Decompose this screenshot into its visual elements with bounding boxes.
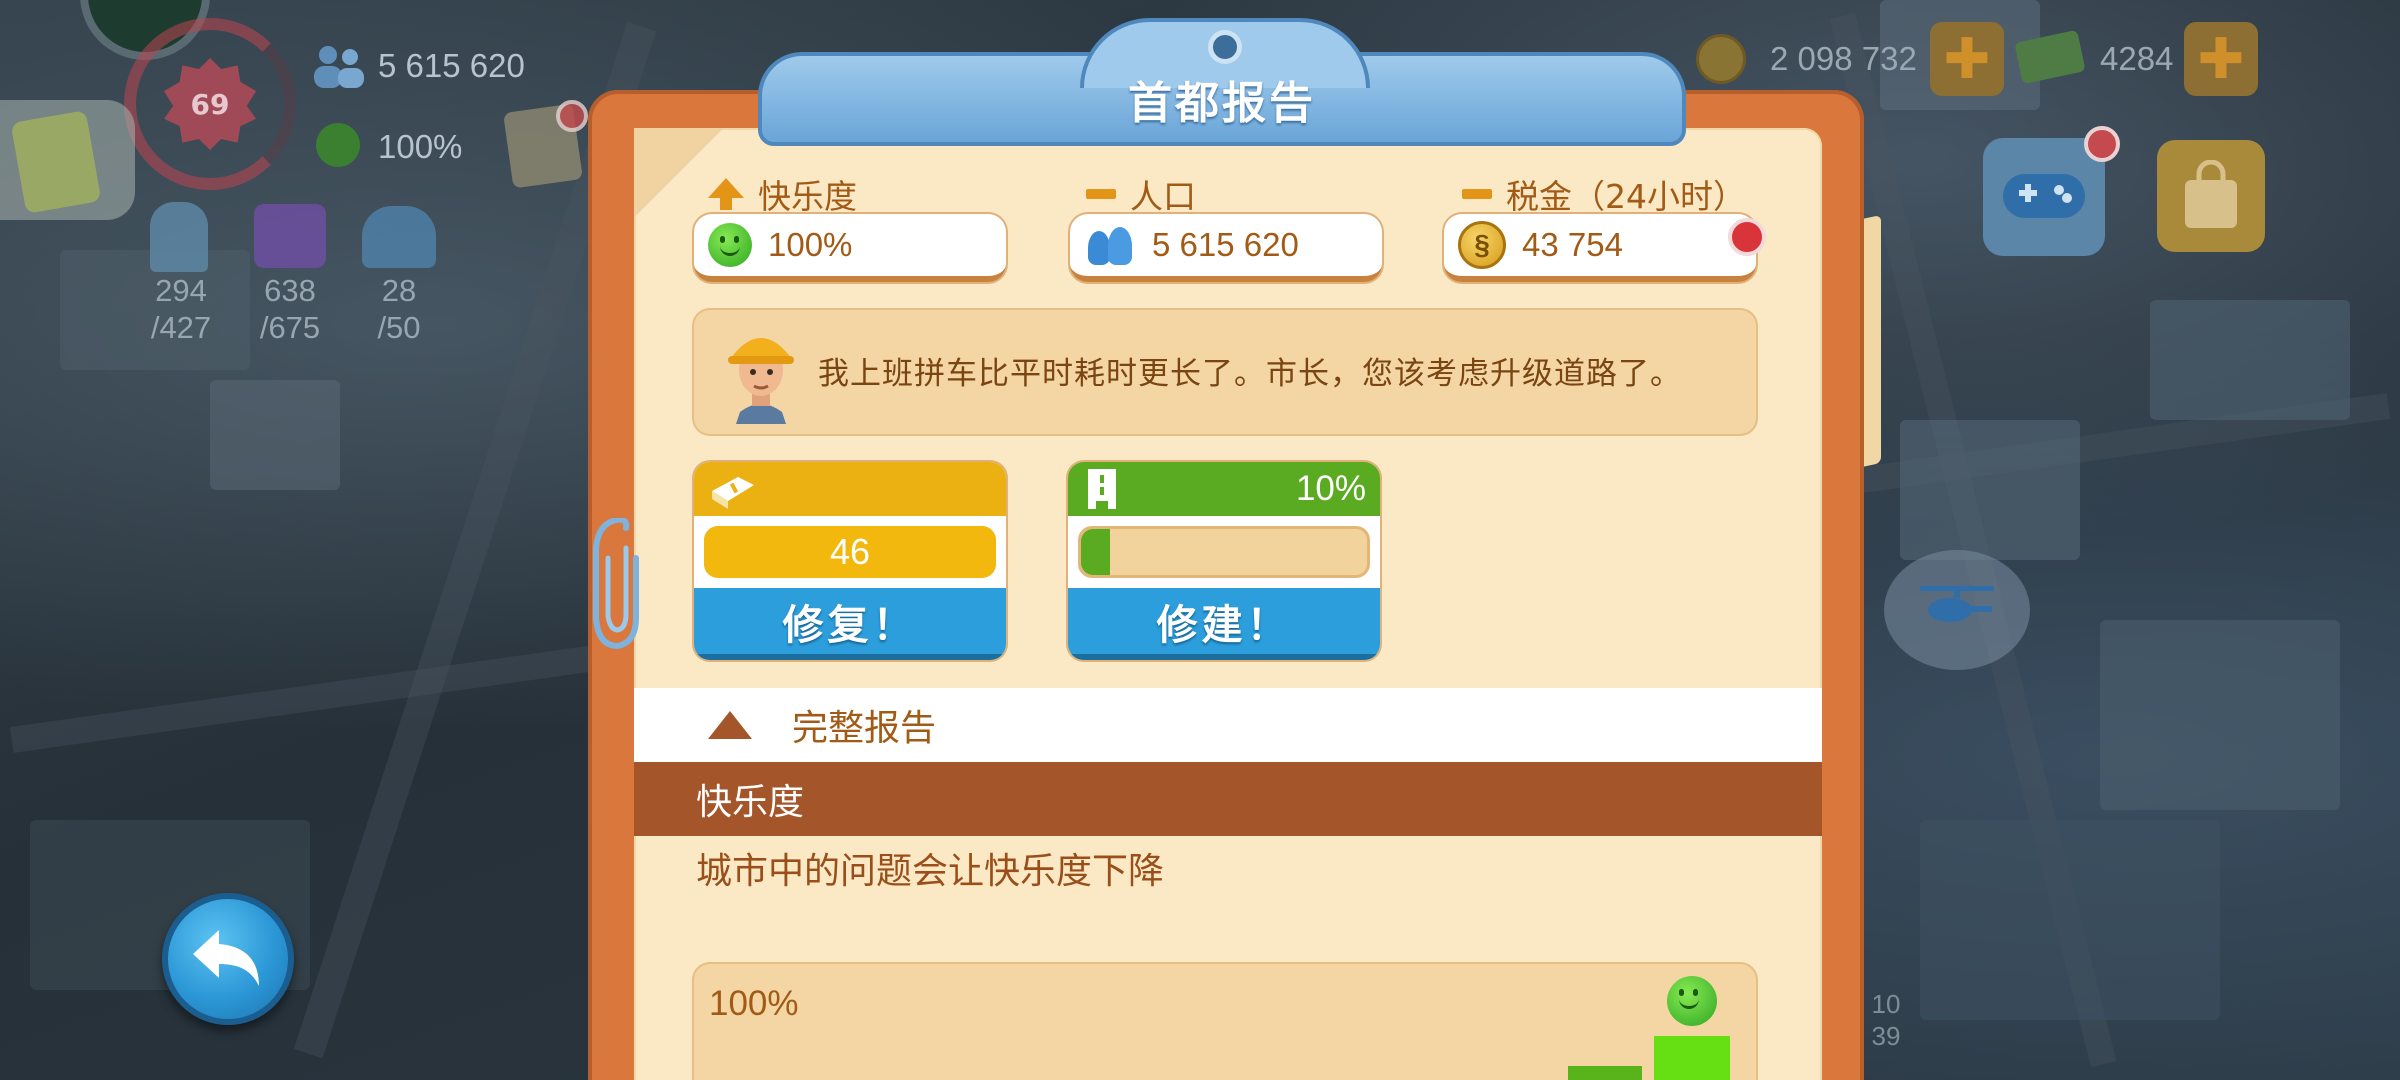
build-card: 10% 修建！	[1068, 462, 1380, 660]
happiness-stat-label: 快乐度	[708, 170, 857, 218]
fire-station-icon[interactable]	[362, 206, 436, 268]
happiness-icon	[316, 123, 360, 167]
hud-population: 5 615 620	[378, 47, 525, 84]
repair-count: 46	[829, 531, 871, 572]
chart-top-label: 100%	[709, 984, 799, 1023]
simoleon-coin-icon: §	[1458, 221, 1506, 269]
happiness-value: 100%	[768, 226, 853, 263]
partial-counter-top: 10	[1871, 989, 1901, 1019]
fire-capacity: 28 /50	[362, 272, 436, 346]
shopping-bag-icon	[2185, 160, 2237, 228]
smiley-face-icon	[708, 223, 752, 267]
repair-book-icon	[712, 477, 754, 509]
water-max: /427	[150, 310, 212, 345]
happiness-section-header: 快乐度	[634, 762, 1822, 836]
add-simcash-button[interactable]: ✚	[2184, 22, 2258, 96]
tax-stat-label: 税金（24小时）	[1462, 170, 1746, 218]
report-clipboard-button[interactable]	[0, 100, 135, 220]
helicopter-bubble[interactable]	[1884, 550, 2030, 670]
paperclip-icon	[593, 518, 639, 650]
water-capacity: 294 /427	[146, 272, 216, 346]
fire-max: /50	[377, 310, 421, 345]
hud-simoleons: 2 098 732	[1770, 40, 1917, 77]
repair-button-label: 修复！	[782, 601, 918, 649]
plus-icon: ✚	[1943, 26, 1991, 92]
back-button[interactable]	[162, 893, 294, 1025]
full-report-toggle[interactable]: 完整报告	[634, 688, 1822, 762]
panel-title: 首都报告	[1128, 78, 1316, 129]
build-percent: 10%	[1295, 469, 1366, 508]
helicopter-icon	[1920, 586, 1994, 622]
plus-icon: ✚	[2197, 26, 2245, 92]
trend-flat-icon	[1462, 189, 1492, 199]
hud-happiness: 100%	[378, 128, 463, 165]
pin-icon	[1208, 30, 1242, 64]
games-notification-dot	[2084, 126, 2120, 162]
citizen-message: 我上班拼车比平时耗时更长了。市长，您该考虑升级道路了。	[818, 356, 1682, 392]
sewage-current: 638	[264, 273, 316, 308]
partial-counter: 10 39	[1866, 988, 1906, 1052]
fire-current: 28	[381, 273, 417, 308]
population-stat-label: 人口	[1086, 170, 1196, 218]
chart-smiley-icon	[1667, 976, 1717, 1026]
shop-bag-button[interactable]	[2157, 140, 2265, 252]
games-button[interactable]	[1983, 138, 2105, 256]
repair-button[interactable]: 修复！	[694, 588, 1006, 660]
people-icon	[1084, 223, 1136, 267]
build-button-label: 修建！	[1156, 601, 1292, 649]
add-simoleons-button[interactable]: ✚	[1930, 22, 2004, 96]
population-stat-box: 5 615 620	[1070, 214, 1382, 282]
repair-card-header	[694, 462, 1006, 516]
repair-card: 46 修复！	[694, 462, 1006, 660]
tax-stat-box[interactable]: § 43 754	[1444, 214, 1756, 282]
population-icon	[314, 46, 364, 88]
notification-dot	[556, 100, 588, 132]
full-report-label: 完整报告	[792, 708, 937, 749]
happiness-history-chart	[692, 962, 1758, 1080]
road-build-icon	[1088, 469, 1116, 509]
sewage-icon[interactable]	[254, 204, 326, 268]
sewage-max: /675	[259, 310, 321, 345]
back-arrow-icon	[193, 930, 259, 986]
partial-counter-bottom: 39	[1871, 1021, 1901, 1051]
hud-simcash: 4284	[2100, 40, 2174, 77]
simoleon-coin-icon	[1696, 34, 1746, 84]
water-current: 294	[155, 273, 207, 308]
construction-worker-avatar	[728, 338, 794, 424]
sewage-capacity: 638 /675	[252, 272, 328, 346]
build-button[interactable]: 修建！	[1068, 588, 1380, 660]
build-card-header: 10%	[1068, 462, 1380, 516]
collapse-triangle-icon	[708, 711, 752, 739]
clipboard-icon	[10, 110, 102, 214]
chart-bar-previous	[1568, 1066, 1642, 1080]
happiness-stat-box: 100%	[694, 214, 1006, 282]
population-label-text: 人口	[1130, 177, 1196, 216]
title-tab: 首都报告	[758, 18, 1686, 146]
tax-label-text: 税金（24小时）	[1506, 177, 1746, 216]
gamepad-icon	[2003, 174, 2085, 218]
build-progress-fill	[1081, 529, 1110, 575]
build-progress-track	[1078, 526, 1370, 578]
level-value: 69	[190, 87, 230, 121]
trend-up-icon	[708, 178, 744, 210]
water-tower-icon[interactable]	[150, 202, 208, 272]
tax-value: 43 754	[1522, 226, 1623, 263]
trend-flat-icon	[1086, 189, 1116, 199]
tax-notification-dot	[1728, 218, 1766, 256]
happiness-label-text: 快乐度	[758, 177, 857, 216]
section-description: 城市中的问题会让快乐度下降	[696, 851, 1165, 892]
repair-progress-track: 46	[704, 526, 996, 578]
section-title: 快乐度	[696, 782, 805, 823]
population-value: 5 615 620	[1152, 226, 1299, 263]
chart-bar-current	[1654, 1036, 1730, 1080]
